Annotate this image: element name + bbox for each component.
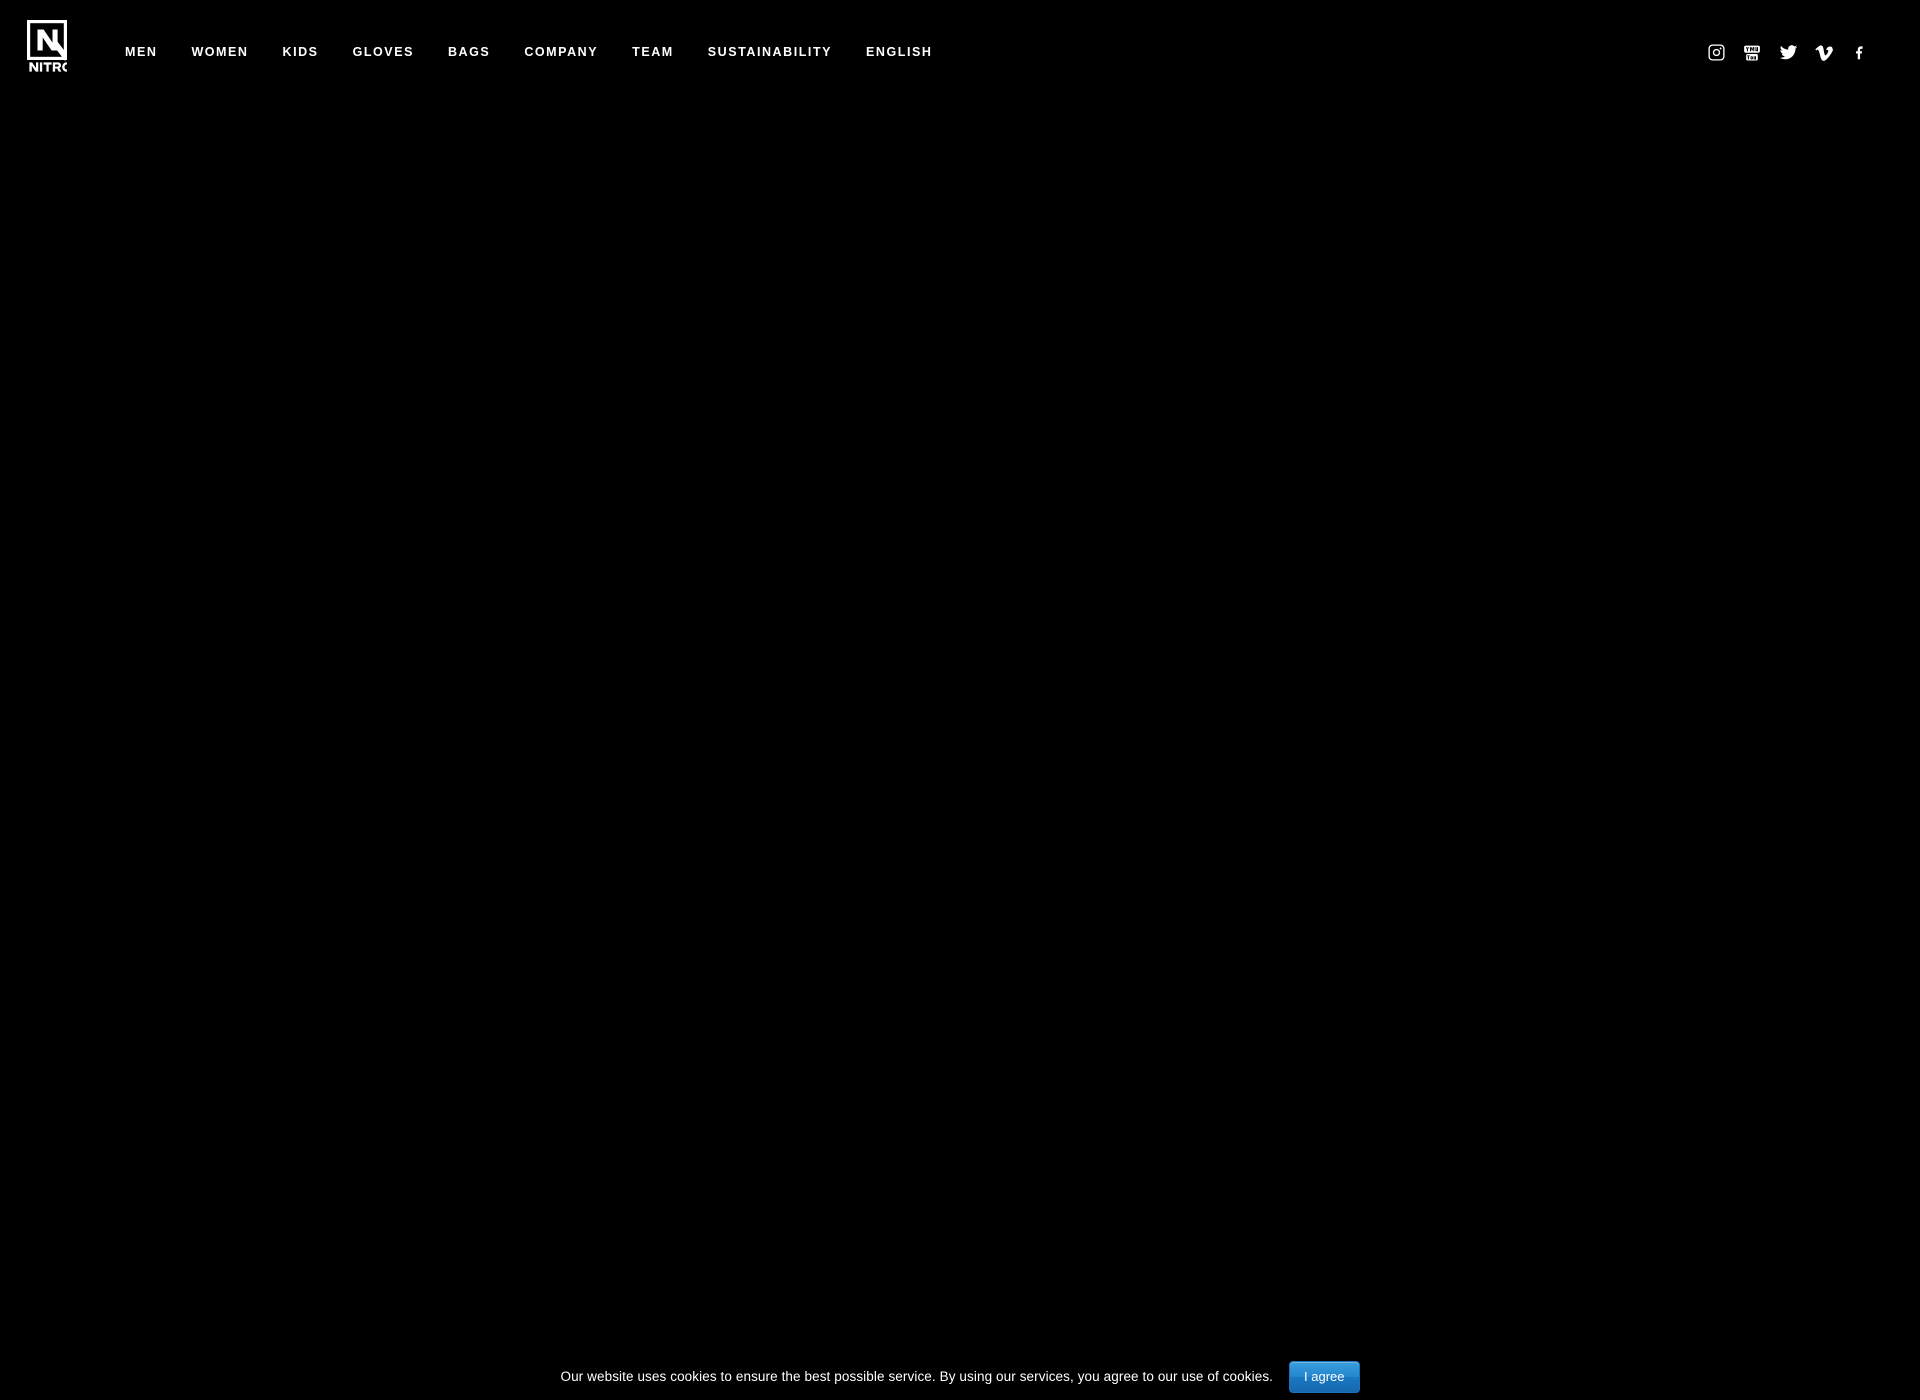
twitter-icon (1779, 45, 1797, 60)
youtube-icon (1744, 45, 1760, 60)
nav-item-bags[interactable]: BAGS (448, 46, 490, 59)
site-header: MEN WOMEN KIDS GLOVES BAGS COMPANY TEAM … (0, 0, 1920, 105)
cookie-accept-button[interactable]: I agree (1289, 1361, 1360, 1393)
nav-item-men[interactable]: MEN (125, 46, 157, 59)
nav-item-kids[interactable]: KIDS (283, 46, 319, 59)
instagram-icon (1707, 44, 1725, 61)
nitro-logo-icon (27, 20, 67, 72)
main-navigation: MEN WOMEN KIDS GLOVES BAGS COMPANY TEAM … (125, 0, 932, 105)
social-links (1698, 0, 1878, 105)
nitro-logo[interactable] (27, 20, 67, 72)
social-link-instagram[interactable] (1698, 35, 1734, 71)
nav-item-women[interactable]: WOMEN (191, 46, 248, 59)
page-content-area (0, 105, 1920, 1400)
social-link-facebook[interactable] (1842, 35, 1878, 71)
nav-item-company[interactable]: COMPANY (524, 46, 598, 59)
nav-item-gloves[interactable]: GLOVES (353, 46, 414, 59)
cookie-consent-message: Our website uses cookies to ensure the b… (560, 1368, 1274, 1384)
social-link-twitter[interactable] (1770, 35, 1806, 71)
nav-item-english[interactable]: ENGLISH (866, 46, 932, 59)
social-link-youtube[interactable] (1734, 35, 1770, 71)
facebook-icon (1856, 45, 1863, 59)
vimeo-icon (1814, 45, 1833, 61)
social-link-vimeo[interactable] (1806, 35, 1842, 71)
nav-item-team[interactable]: TEAM (632, 46, 674, 59)
nav-item-sustainability[interactable]: SUSTAINABILITY (708, 46, 832, 59)
cookie-consent-banner: Our website uses cookies to ensure the b… (0, 1354, 1920, 1400)
